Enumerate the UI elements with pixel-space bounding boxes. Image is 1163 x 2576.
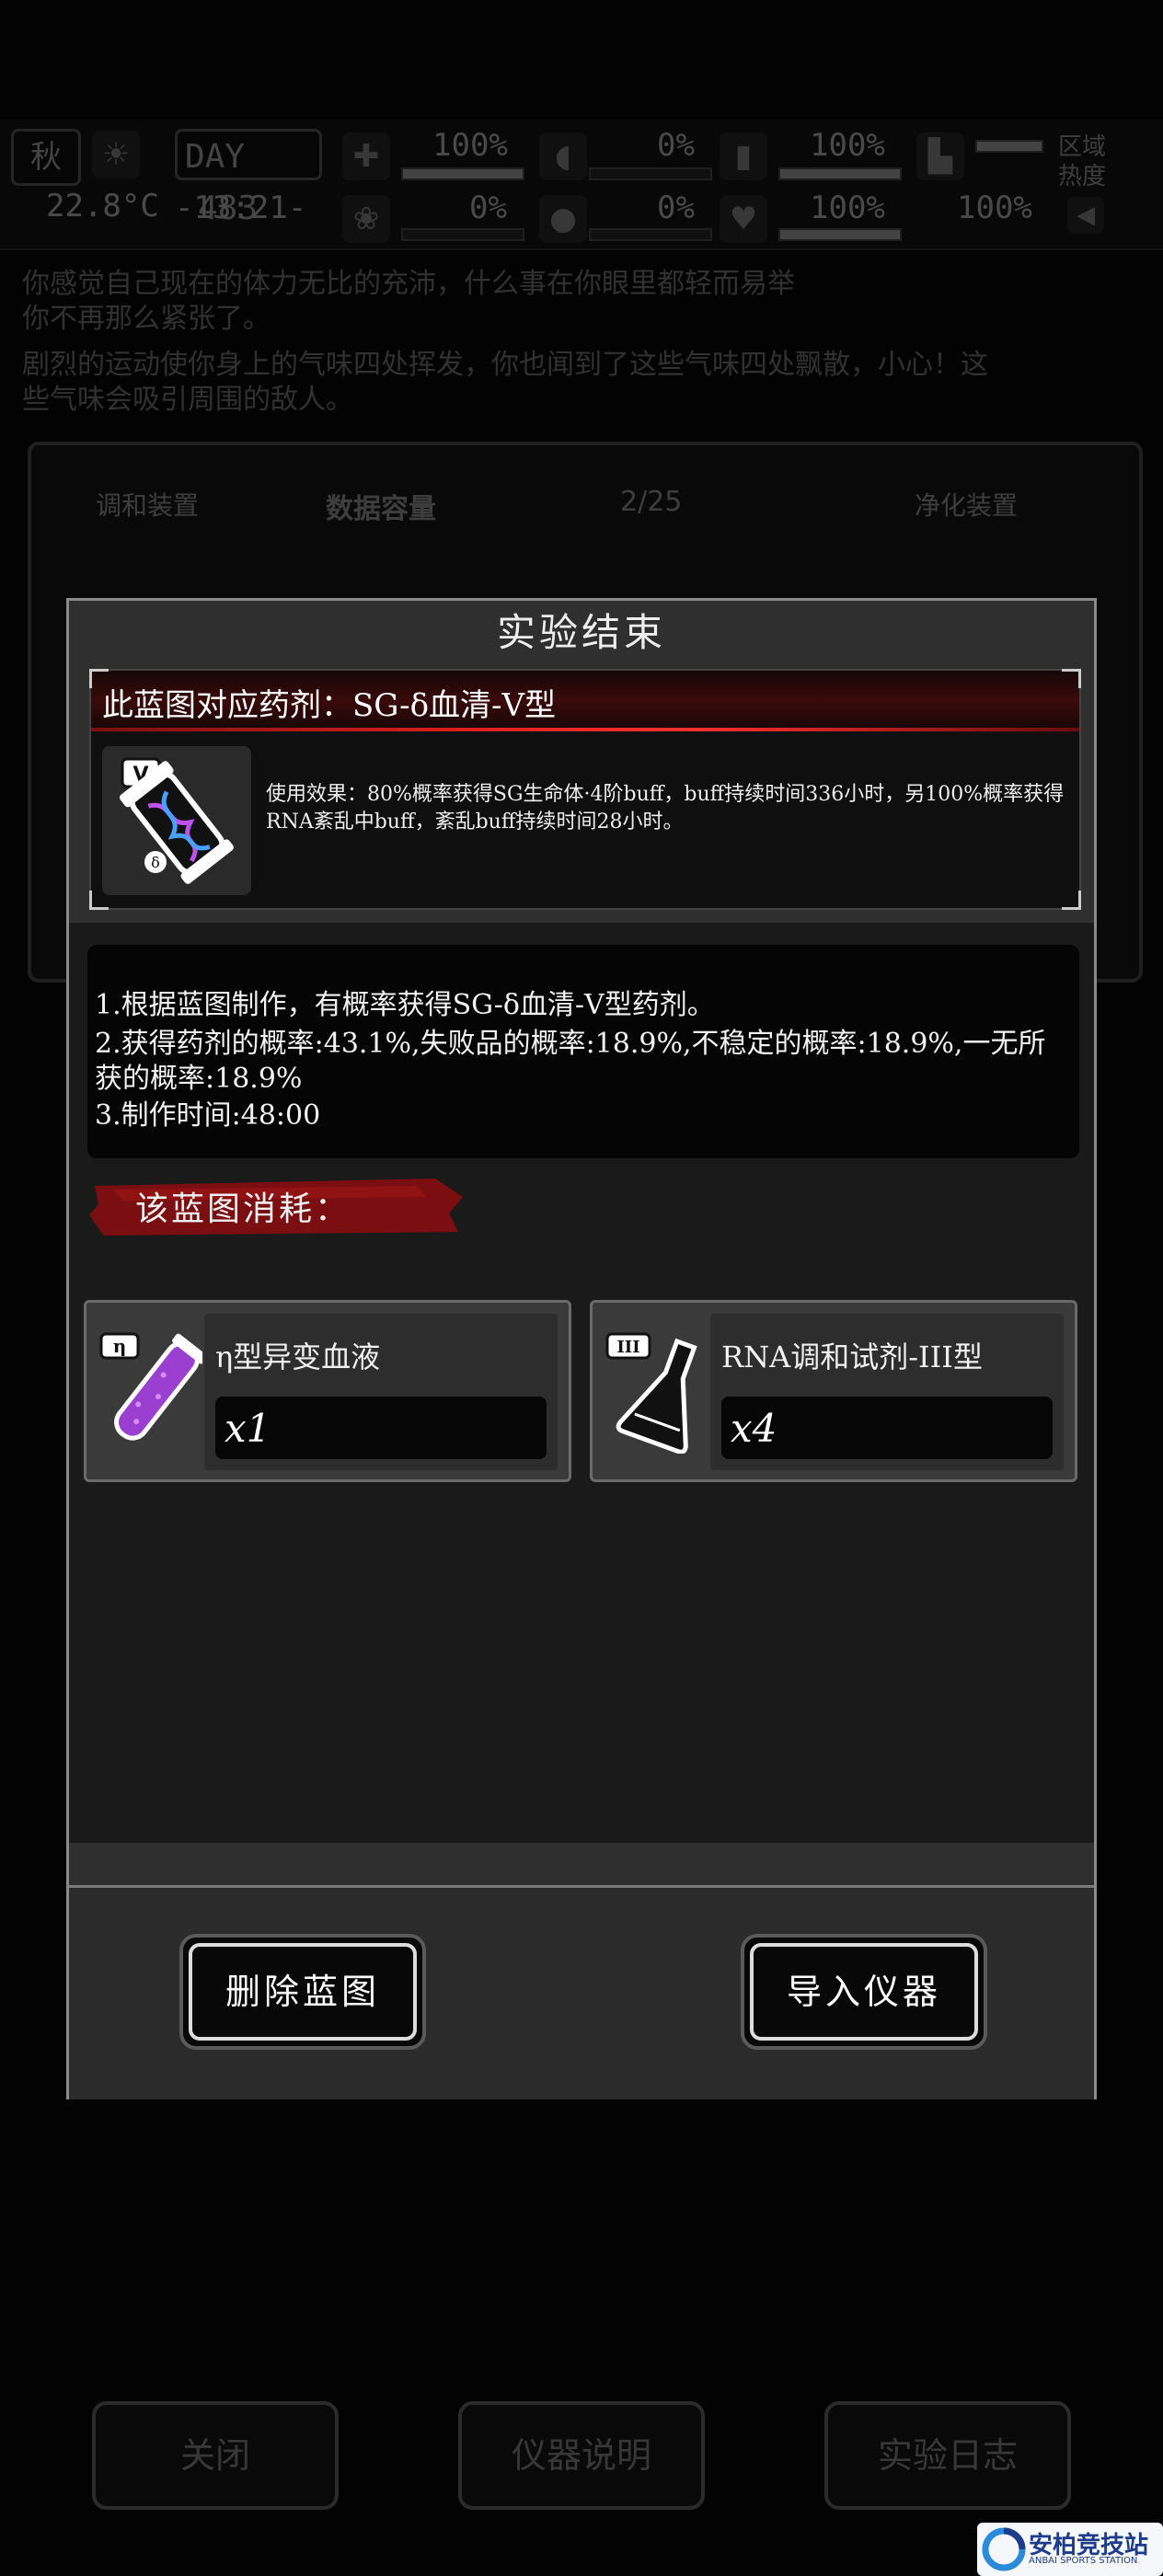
info-line: 3.制作时间:48:00 bbox=[95, 1099, 321, 1132]
capsule-icon: ▮ bbox=[720, 132, 767, 180]
dialog-action-bar: 删除蓝图 导入仪器 bbox=[69, 1885, 1094, 2099]
serum-vial-icon: V δ bbox=[119, 757, 234, 884]
stat-stamina: 100% bbox=[957, 190, 1032, 226]
speaker-icon[interactable]: ◀ bbox=[1067, 197, 1104, 234]
purifier-label: 净化装置 bbox=[915, 490, 1019, 521]
stat-blood: 0% bbox=[657, 190, 695, 226]
blood-drop-icon: ● bbox=[539, 195, 587, 243]
blueprint-title: 此蓝图对应药剂：SG-δ血清-V型 bbox=[102, 687, 557, 724]
temperature: 22.8°C bbox=[46, 188, 159, 224]
delete-blueprint-button[interactable]: 删除蓝图 bbox=[179, 1934, 426, 2050]
blueprint-effect-text: 使用效果：80%概率获得SG生命体·4阶buff，buff持续时间336小时，另… bbox=[266, 783, 1065, 834]
material-badge: η bbox=[113, 1335, 127, 1357]
stat-stomach: 0% bbox=[657, 127, 695, 164]
flask-icon: III bbox=[605, 1332, 697, 1454]
stat-bar-heart bbox=[778, 228, 902, 241]
delete-blueprint-label: 删除蓝图 bbox=[189, 1943, 417, 2041]
corner-mark bbox=[1062, 669, 1081, 688]
material-name: RNA调和试剂-III型 bbox=[721, 1340, 983, 1374]
log-line: 剧烈的运动使你身上的气味四处挥发，你也闻到了这些气味四处飘散，小心！这 bbox=[22, 349, 988, 381]
experiment-result-dialog: 实验结束 此蓝图对应药剂：SG-δ血清-V型 V δ 使用效果：80%概率获得S… bbox=[66, 598, 1097, 2099]
svg-text:δ: δ bbox=[151, 854, 160, 871]
material-badge: III bbox=[616, 1338, 639, 1357]
potion-slot: V δ bbox=[102, 746, 251, 895]
stat-heart: 100% bbox=[810, 190, 885, 226]
material-quantity-box: x1 bbox=[215, 1397, 547, 1459]
watermark-logo: 安柏竞技站 ANBAI SPORTS STATION bbox=[977, 2523, 1163, 2576]
close-button[interactable]: 关闭 bbox=[92, 2401, 339, 2510]
info-line: 获的概率:18.9% bbox=[95, 1063, 303, 1095]
watermark-icon bbox=[982, 2527, 1026, 2571]
corner-mark bbox=[89, 669, 109, 688]
log-line: 些气味会吸引周围的敌人。 bbox=[22, 384, 353, 416]
capacity-value: 2/25 bbox=[620, 486, 683, 518]
health-kit-icon: ✚ bbox=[342, 132, 390, 180]
material-quantity: x1 bbox=[225, 1406, 271, 1451]
stat-bar-brain bbox=[401, 228, 524, 241]
instrument-info-button[interactable]: 仪器说明 bbox=[458, 2401, 705, 2510]
watermark-subtext: ANBAI SPORTS STATION bbox=[1029, 2556, 1138, 2566]
stomach-icon: ◖ bbox=[539, 132, 587, 180]
log-line: 你感觉自己现在的体力无比的充沛，什么事在你眼里都轻而易举 bbox=[22, 268, 795, 300]
material-card: III RNA调和试剂-III型 x4 bbox=[590, 1300, 1077, 1482]
stat-bar-boot bbox=[975, 140, 1043, 153]
material-quantity-box: x4 bbox=[721, 1397, 1053, 1459]
stat-brain: 0% bbox=[469, 190, 507, 226]
dialog-title: 实验结束 bbox=[496, 610, 666, 655]
brain-icon: ❀ bbox=[342, 195, 390, 243]
log-line: 你不再那么紧张了。 bbox=[22, 303, 271, 335]
material-name: η型异变血液 bbox=[215, 1340, 381, 1374]
info-area: 1.根据蓝图制作，有概率获得SG-δ血清-V型药剂。 2.获得药剂的概率:43.… bbox=[69, 923, 1094, 1843]
red-divider bbox=[91, 728, 1079, 731]
material-card: η η型异变血液 x1 bbox=[84, 1300, 571, 1482]
recipe-info-box: 1.根据蓝图制作，有概率获得SG-δ血清-V型药剂。 2.获得药剂的概率:43.… bbox=[87, 945, 1079, 1158]
stat-bar-blood bbox=[589, 228, 712, 241]
stat-bar-capsule bbox=[778, 167, 902, 180]
boot-icon: ▙ bbox=[916, 132, 964, 180]
clock: -13:21- bbox=[175, 190, 307, 226]
capacity-label: 数据容量 bbox=[326, 493, 436, 525]
consume-label: 该蓝图消耗： bbox=[135, 1190, 351, 1228]
heart-icon: ♥ bbox=[720, 195, 767, 243]
material-quantity: x4 bbox=[731, 1406, 777, 1451]
import-instrument-label: 导入仪器 bbox=[750, 1943, 978, 2041]
region-heat-label: 区域热度 bbox=[1058, 133, 1107, 190]
import-instrument-button[interactable]: 导入仪器 bbox=[741, 1934, 987, 2050]
corner-mark bbox=[1062, 891, 1081, 910]
status-bar: 秋 ☀ DAY 483 22.8°C -13:21- ✚ 100% ❀ 0% ◖… bbox=[0, 120, 1163, 250]
blueprint-card: 此蓝图对应药剂：SG-δ血清-V型 V δ 使用效果：80%概率获得SG生命体·… bbox=[89, 669, 1081, 910]
stat-capsule: 100% bbox=[810, 127, 885, 164]
blueprint-header: 此蓝图对应药剂：SG-δ血清-V型 bbox=[91, 671, 1079, 731]
day-label: DAY bbox=[185, 138, 246, 176]
info-line: 1.根据蓝图制作，有概率获得SG-δ血清-V型药剂。 bbox=[95, 989, 715, 1021]
stat-bar-health-kit bbox=[401, 167, 524, 180]
mixer-label: 调和装置 bbox=[96, 490, 200, 521]
stat-health-kit: 100% bbox=[432, 127, 508, 164]
experiment-log-button[interactable]: 实验日志 bbox=[824, 2401, 1071, 2510]
day-counter: DAY 483 bbox=[175, 129, 322, 227]
blood-vial-icon: η bbox=[99, 1332, 202, 1441]
stat-bar-stomach bbox=[589, 167, 712, 180]
season-badge: 秋 bbox=[11, 129, 81, 186]
sun-icon: ☀ bbox=[92, 131, 140, 178]
